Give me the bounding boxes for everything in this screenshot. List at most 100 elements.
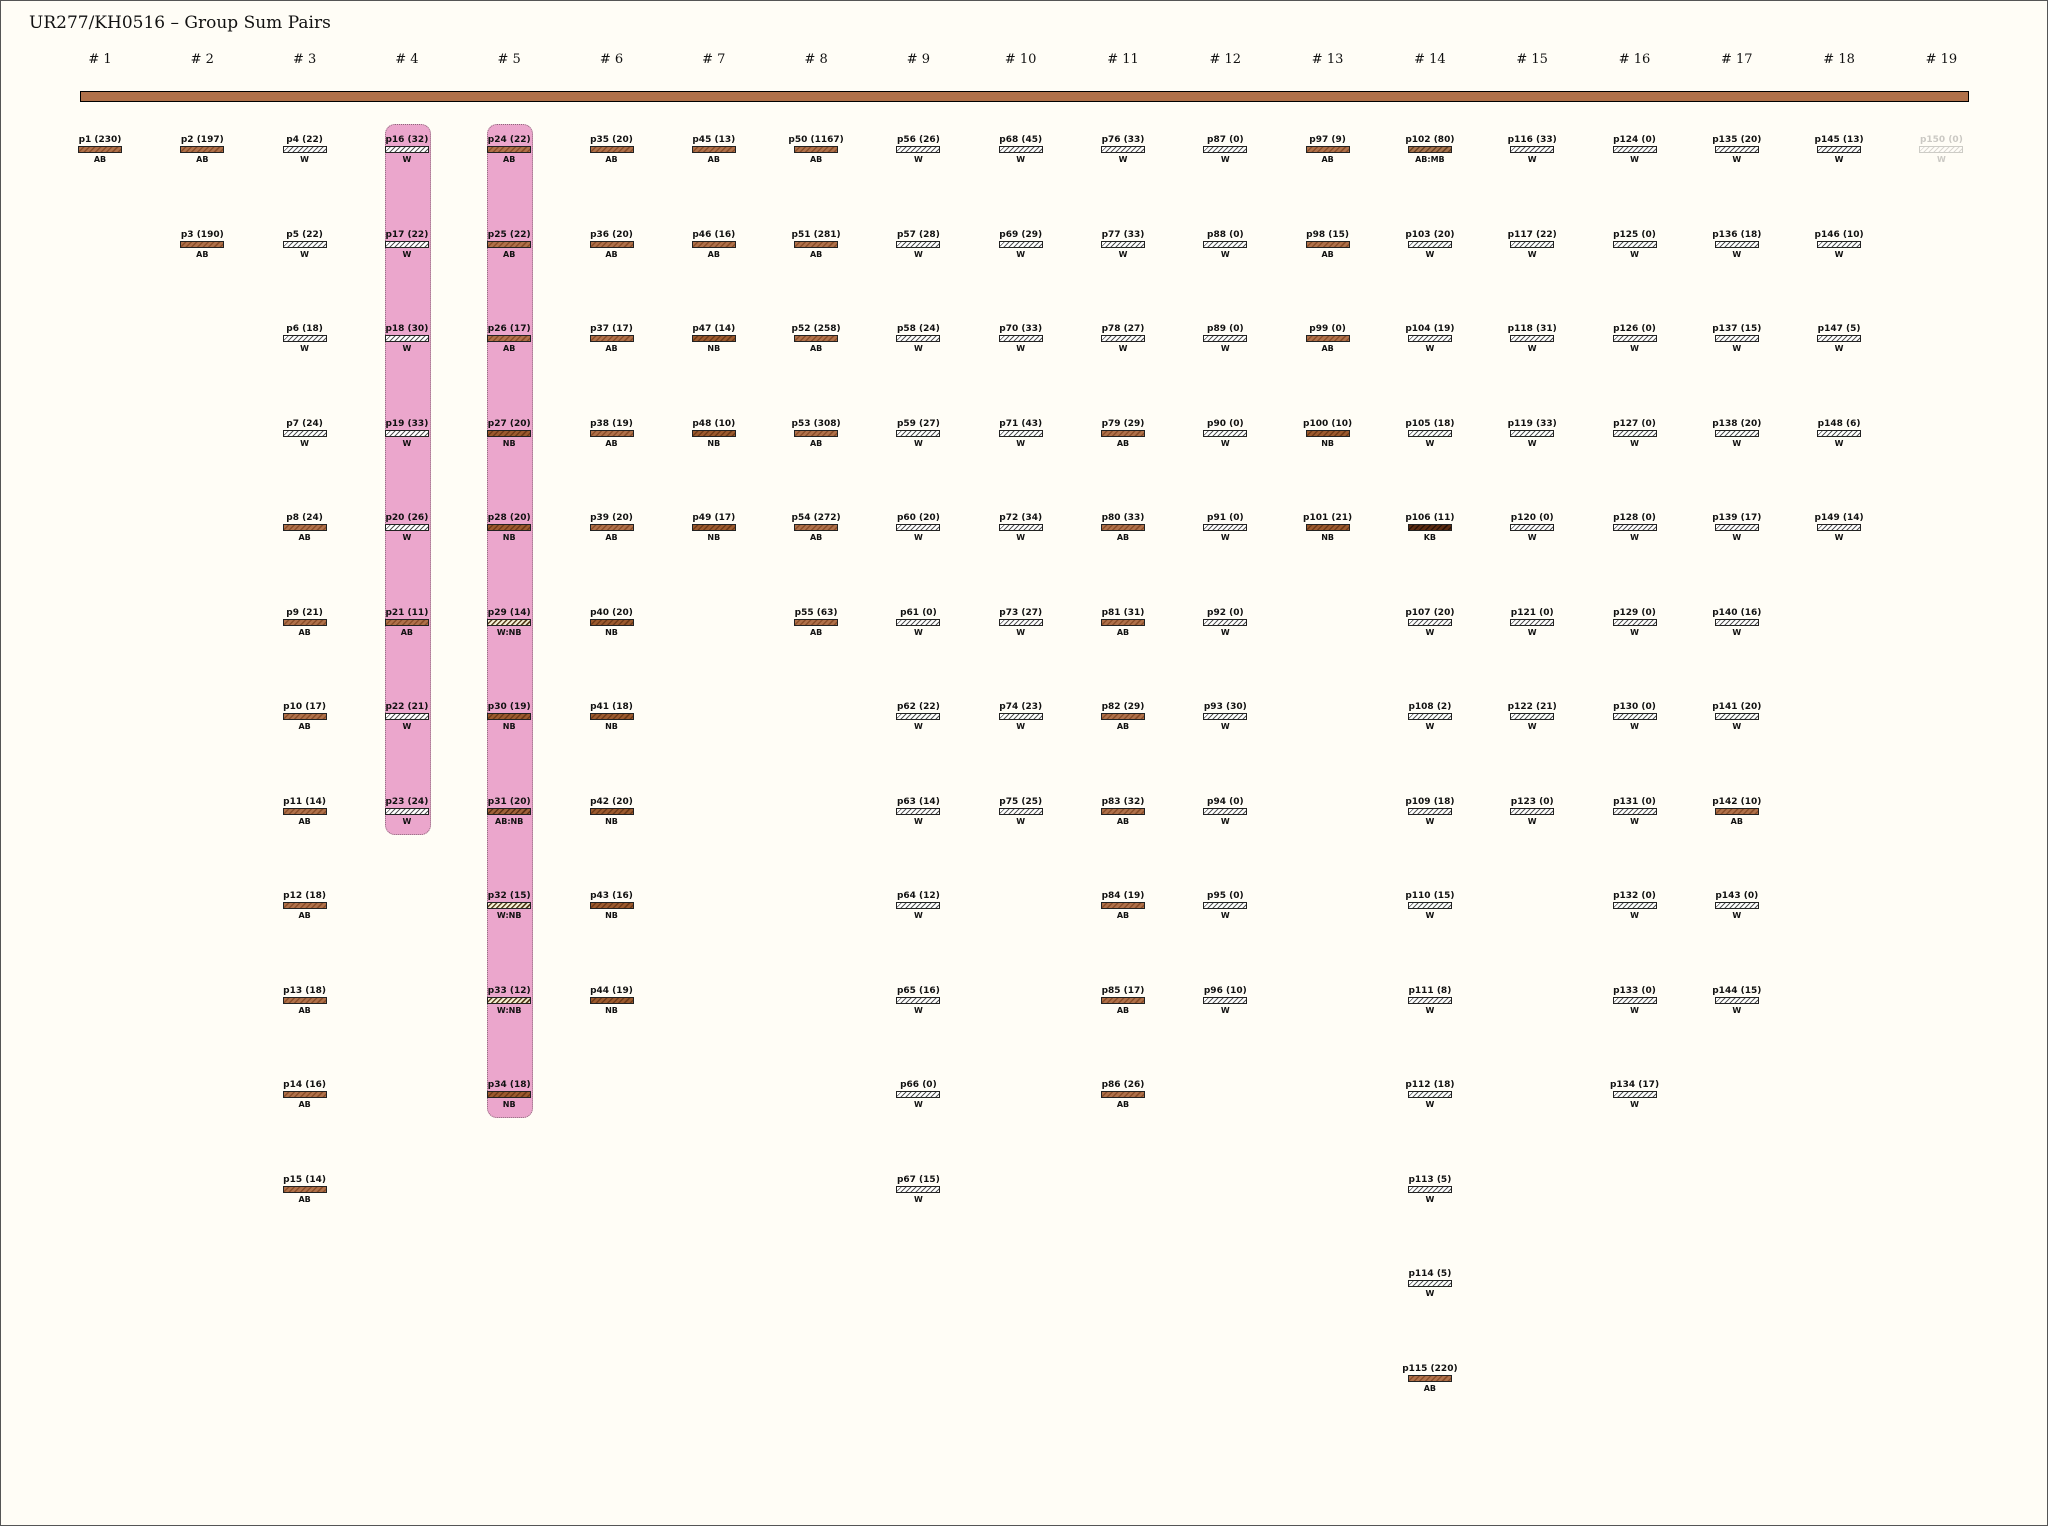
pair-label: p37 (17) <box>590 324 633 334</box>
pair-label: p60 (20) <box>896 513 940 523</box>
pair-label: p113 (5) <box>1408 1174 1452 1185</box>
pair-label: p108 (2) <box>1408 702 1452 712</box>
pair-type-label: W <box>1936 155 1946 164</box>
pair-type-label: W <box>1630 627 1639 637</box>
pair-label: p4 (22) <box>286 135 323 145</box>
pair-bar <box>794 335 839 342</box>
pair-bar <box>998 335 1043 342</box>
pair-type-label: NB <box>707 533 721 542</box>
pair-type-label: AB <box>196 155 209 164</box>
pair-type-label: W <box>1527 816 1537 826</box>
pair-type-label: AB <box>809 438 823 448</box>
pair-type-label: AB <box>605 155 618 164</box>
pair-bar <box>1510 146 1555 153</box>
pair-bar <box>180 240 225 248</box>
pair-bar <box>1407 807 1452 815</box>
pair-bar <box>487 996 532 1004</box>
pair-type-label: W <box>1630 438 1639 448</box>
pair-type-label: NB <box>605 816 618 826</box>
pair-label: p82 (29) <box>1101 702 1145 712</box>
pair-type-label: W <box>300 344 309 353</box>
pair-label: p32 (15) <box>487 891 531 901</box>
pair-label: p137 (15) <box>1712 324 1762 334</box>
pair-label: p53 (308) <box>791 418 841 429</box>
pair-type-label: NB <box>1321 438 1334 448</box>
pair-type-label: W <box>1425 1100 1435 1109</box>
pair-bar <box>1407 1185 1452 1193</box>
pair-label: p145 (13) <box>1814 135 1864 145</box>
pair-label: p125 (0) <box>1613 229 1656 240</box>
pair-type-label: W <box>1527 627 1537 637</box>
pair-label: p112 (18) <box>1405 1080 1455 1090</box>
pair-bar <box>1407 996 1452 1004</box>
pair-label: p48 (10) <box>692 418 736 429</box>
pair-label: p68 (45) <box>999 135 1043 145</box>
pair-label: p92 (0) <box>1207 607 1244 618</box>
pair-label: p27 (20) <box>487 418 531 429</box>
pair-label: p36 (20) <box>590 229 633 240</box>
pair-label: p47 (14) <box>692 324 736 334</box>
pair-bar <box>1305 335 1350 342</box>
pair-bar <box>1714 807 1759 815</box>
pair-label: p20 (26) <box>385 513 429 523</box>
pair-label: p142 (10) <box>1712 796 1762 807</box>
pair-label: p39 (20) <box>590 513 633 523</box>
pair-bar <box>1510 335 1555 342</box>
pair-bar <box>1407 1091 1452 1098</box>
pair-bar <box>896 1185 941 1193</box>
pair-bar <box>282 713 327 720</box>
pair-type-label: AB <box>605 438 618 448</box>
pair-type-label: W <box>1425 722 1435 731</box>
pair-type-label: AB <box>503 344 516 353</box>
pair-type-label: AB <box>605 249 618 259</box>
pair-label: p148 (6) <box>1817 418 1861 429</box>
pair-bar <box>282 807 327 815</box>
pair-bar <box>1510 240 1555 248</box>
pair-bar <box>487 146 532 153</box>
pair-bar <box>1612 335 1657 342</box>
group-header-9: # 9 <box>906 52 931 67</box>
pair-bar <box>589 902 634 909</box>
pair-label: p136 (18) <box>1712 229 1762 240</box>
pair-label: p98 (15) <box>1306 229 1350 240</box>
pair-type-label: AB <box>503 249 516 259</box>
pair-type-label: NB <box>707 344 721 353</box>
pair-bar <box>1714 902 1759 909</box>
pair-label: p49 (17) <box>692 513 736 523</box>
pair-bar <box>1101 146 1145 153</box>
pair-bar <box>1612 240 1657 248</box>
pair-type-label: W <box>1118 344 1128 353</box>
pair-bar <box>1101 524 1145 531</box>
pair-bar <box>1612 902 1657 909</box>
pair-type-label: W <box>1425 438 1435 448</box>
pair-label: p67 (15) <box>896 1174 940 1185</box>
pair-label: p118 (31) <box>1507 324 1557 334</box>
group-header-1: # 1 <box>88 52 112 67</box>
pair-type-label: AB <box>1116 533 1130 542</box>
pair-bar <box>1305 240 1350 248</box>
pair-label: p21 (11) <box>385 607 429 618</box>
pair-type-label: W <box>1220 533 1230 542</box>
pair-bar <box>487 1091 532 1098</box>
pair-type-label: AB <box>1321 155 1334 164</box>
pair-label: p42 (20) <box>590 796 633 807</box>
pair-label: p28 (20) <box>487 513 531 523</box>
pair-bar <box>282 1091 327 1098</box>
pair-bar <box>896 240 941 248</box>
pair-bar <box>1101 429 1145 437</box>
pair-bar <box>487 240 532 248</box>
pair-type-label: W <box>1220 344 1230 353</box>
pair-type-label: NB <box>502 722 516 731</box>
pair-label: p128 (0) <box>1613 513 1656 523</box>
pair-type-label: AB <box>809 533 823 542</box>
pair-type-label: NB <box>502 438 516 448</box>
pair-bar <box>589 335 634 342</box>
pair-type-label: AB <box>809 627 823 637</box>
pair-type-label: W <box>1732 1005 1742 1015</box>
pair-type-label: W <box>1425 1194 1435 1204</box>
pair-label: p133 (0) <box>1613 985 1656 996</box>
pair-bar <box>1407 146 1452 153</box>
pair-type-label: AB <box>1321 249 1334 259</box>
pair-bar <box>896 524 941 531</box>
pair-bar <box>1510 429 1555 437</box>
